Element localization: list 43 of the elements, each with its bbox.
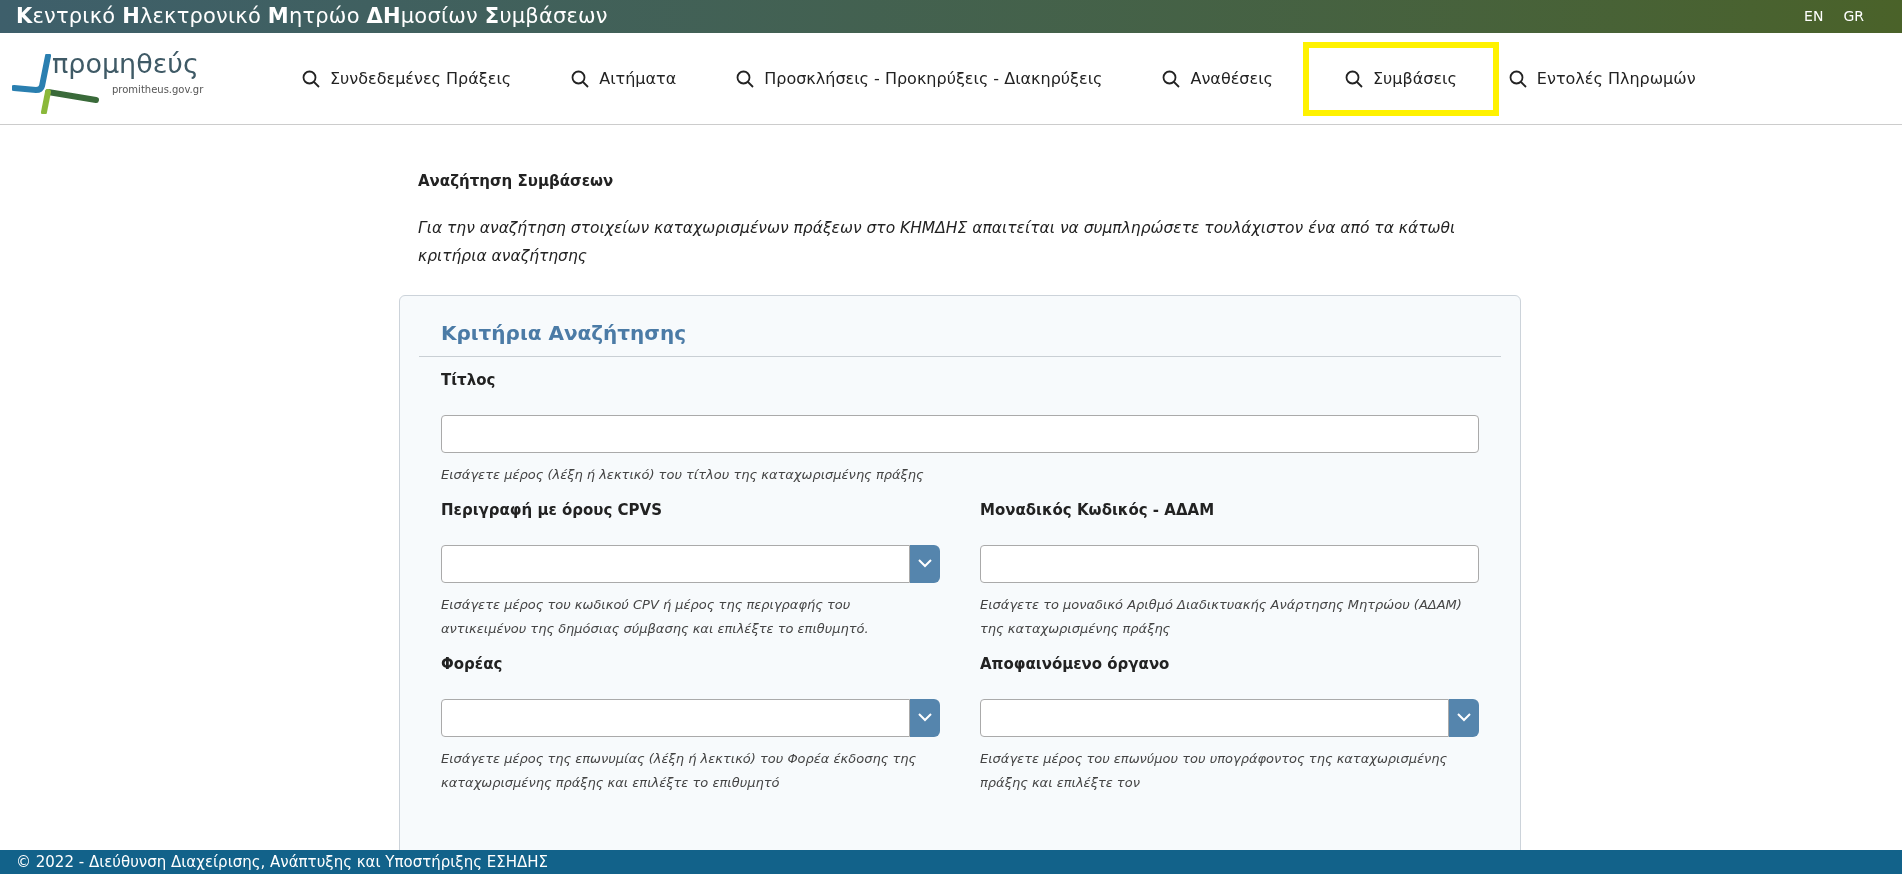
field-label: Μοναδικός Κωδικός - ΑΔΑΜ bbox=[980, 499, 1216, 521]
search-icon bbox=[1344, 69, 1363, 88]
footer-text: © 2022 - Διεύθυνση Διαχείρισης, Ανάπτυξης και Υποστήριξης ΕΣΗΔΗΣ bbox=[0, 850, 1902, 874]
language-link[interactable]: EN bbox=[1804, 6, 1824, 27]
chevron-down-icon bbox=[1457, 713, 1471, 722]
hint-text: Εισάγετε μέρος του κωδικού CPV ή μέρος της περιγραφής του αντικειμένου της δημόσιας σύμβασης και επιλέξτε το επιθυμητό. bbox=[441, 595, 870, 638]
nav-link[interactable]: Αιτήματα bbox=[565, 41, 683, 116]
search-icon bbox=[571, 69, 590, 88]
intro-text: Για την αναζήτηση στοιχείων καταχωρισμένων πράξεων στο ΚΗΜΔΗΣ απαιτείται να συμπληρώσετε τουλάχιστον ένα από τα κάτωθι κριτήρια αναζήτησης bbox=[418, 217, 1457, 267]
input-field[interactable] bbox=[441, 414, 1479, 453]
nav-link[interactable]: Εντολές Πληρωμών bbox=[1502, 41, 1702, 116]
dropdown-button[interactable] bbox=[910, 698, 940, 737]
hint-text: Εισάγετε μέρος του επωνύμου του υπογράφοντος της καταχωρισμένης πράξης και επιλέξτε τον bbox=[980, 749, 1449, 792]
logo[interactable]: προμηθεύς promitheus.gov.gr bbox=[12, 43, 208, 114]
nav-link[interactable]: Αναθέσεις bbox=[1156, 41, 1279, 116]
language-link[interactable]: GR bbox=[1843, 6, 1864, 27]
dropdown-button[interactable] bbox=[910, 544, 940, 583]
logo-domain: promitheus.gov.gr bbox=[112, 84, 204, 95]
search-icon bbox=[1162, 69, 1181, 88]
site-title: Κεντρικό Ηλεκτρονικό Μητρώο ΔΗμοσίων Συμβάσεων bbox=[16, 2, 608, 30]
nav-link[interactable]: Συνδεδεμένες Πράξεις bbox=[296, 41, 518, 116]
nav-link[interactable]: Συμβάσεις bbox=[1302, 41, 1499, 116]
field-label: Αποφαινόμενο όργανο bbox=[980, 653, 1171, 675]
input-field[interactable] bbox=[441, 544, 910, 583]
field-label: Περιγραφή με όρους CPVS bbox=[441, 499, 663, 521]
search-icon bbox=[1508, 69, 1527, 88]
input-field[interactable] bbox=[980, 544, 1479, 583]
hint-text: Εισάγετε μέρος της επωνυμίας (λέξη ή λεκτικό) του Φορέα έκδοσης της καταχωρισμένης πράξης και επιλέξτε το επιθυμητό bbox=[441, 749, 918, 792]
field-label: Τίτλος bbox=[441, 369, 497, 391]
hint-text: Εισάγετε το μοναδικό Αριθμό Διαδικτυακής Ανάρτησης Μητρώου (ΑΔΑΜ) της καταχωρισμένης πράξης bbox=[980, 595, 1463, 638]
chevron-down-icon bbox=[918, 559, 932, 568]
nav-link[interactable]: Προσκλήσεις - Προκηρύξεις - Διακηρύξεις bbox=[730, 41, 1109, 116]
input-field[interactable] bbox=[980, 698, 1449, 737]
input-field[interactable] bbox=[441, 698, 910, 737]
search-icon bbox=[736, 69, 755, 88]
card-title: Κριτήρια Αναζήτησης bbox=[419, 317, 1501, 357]
field-label: Φορέας bbox=[441, 653, 504, 675]
hint-text: Εισάγετε μέρος (λέξη ή λεκτικό) του τίτλου της καταχωρισμένης πράξης bbox=[441, 465, 925, 484]
logo-name: προμηθεύς bbox=[52, 49, 199, 77]
search-icon bbox=[302, 69, 320, 88]
page-heading: Αναζήτηση Συμβάσεων bbox=[418, 171, 615, 192]
dropdown-button[interactable] bbox=[1449, 698, 1479, 737]
chevron-down-icon bbox=[918, 713, 932, 722]
